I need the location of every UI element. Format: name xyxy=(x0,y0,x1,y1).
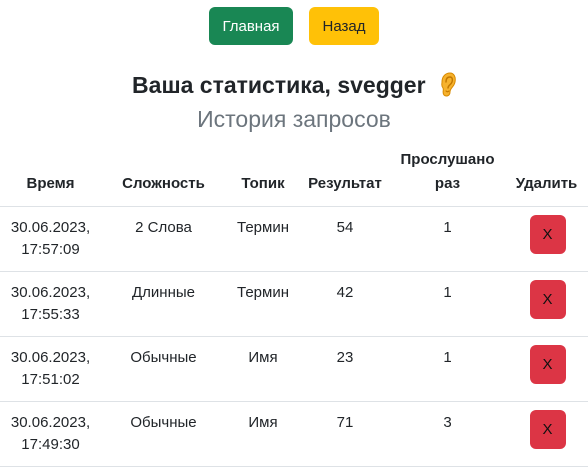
ear-icon xyxy=(438,72,456,98)
row-difficulty: Длинные xyxy=(101,271,226,337)
home-button[interactable]: Главная xyxy=(209,7,293,45)
row-result: 54 xyxy=(300,206,390,272)
row-topic: Термин xyxy=(226,206,300,272)
row-time: 17:51:02 xyxy=(21,370,80,388)
delete-button[interactable]: X xyxy=(529,344,566,384)
header-time: Время xyxy=(0,145,101,207)
row-delete-cell: X xyxy=(505,206,588,272)
table-row: 30.06.2023, 17:55:33 Длинные Термин 42 1… xyxy=(0,271,588,337)
header-topic: Топик xyxy=(226,145,300,207)
row-delete-cell: X xyxy=(505,271,588,337)
history-table-body: 30.06.2023, 17:57:09 2 Слова Термин 54 1… xyxy=(0,206,588,467)
header-listened: Прослушано раз xyxy=(390,145,505,207)
row-date: 30.06.2023, xyxy=(10,283,91,301)
page-title-text: Ваша статистика, svegger xyxy=(132,72,426,99)
row-date: 30.06.2023, xyxy=(10,348,91,366)
row-topic: Термин xyxy=(226,271,300,337)
row-topic: Имя xyxy=(226,336,300,402)
history-title: История запросов xyxy=(197,106,391,132)
table-header-row: Время Сложность Топик Результат Прослуша… xyxy=(0,145,588,207)
row-timestamp: 30.06.2023, 17:57:09 xyxy=(0,206,101,272)
row-result: 71 xyxy=(300,401,390,467)
row-listened: 3 xyxy=(390,401,505,467)
row-result: 23 xyxy=(300,336,390,402)
header-delete: Удалить xyxy=(505,145,588,207)
history-table: Время Сложность Топик Результат Прослуша… xyxy=(0,145,588,467)
back-button[interactable]: Назад xyxy=(309,7,379,45)
row-time: 17:57:09 xyxy=(21,240,80,258)
row-listened: 1 xyxy=(390,206,505,272)
table-row: 30.06.2023, 17:49:30 Обычные Имя 71 3 X xyxy=(0,401,588,467)
row-topic: Имя xyxy=(226,401,300,467)
row-timestamp: 30.06.2023, 17:49:30 xyxy=(0,401,101,467)
table-header: Время Сложность Топик Результат Прослуша… xyxy=(0,145,588,207)
page-title: Ваша статистика, svegger xyxy=(0,68,588,102)
row-delete-cell: X xyxy=(505,401,588,467)
row-date: 30.06.2023, xyxy=(10,218,91,236)
table-row: 30.06.2023, 17:57:09 2 Слова Термин 54 1… xyxy=(0,206,588,272)
row-difficulty: Обычные xyxy=(101,401,226,467)
table-row: 30.06.2023, 17:51:02 Обычные Имя 23 1 X xyxy=(0,336,588,402)
delete-button[interactable]: X xyxy=(529,214,566,254)
top-navigation: Главная Назад xyxy=(0,7,588,45)
row-time: 17:55:33 xyxy=(21,305,80,323)
row-delete-cell: X xyxy=(505,336,588,402)
row-difficulty: Обычные xyxy=(101,336,226,402)
row-listened: 1 xyxy=(390,271,505,337)
delete-button[interactable]: X xyxy=(529,279,566,319)
row-timestamp: 30.06.2023, 17:55:33 xyxy=(0,271,101,337)
delete-button[interactable]: X xyxy=(529,409,566,449)
header-result: Результат xyxy=(300,145,390,207)
row-timestamp: 30.06.2023, 17:51:02 xyxy=(0,336,101,402)
row-listened: 1 xyxy=(390,336,505,402)
row-difficulty: 2 Слова xyxy=(101,206,226,272)
header-difficulty: Сложность xyxy=(101,145,226,207)
row-date: 30.06.2023, xyxy=(10,413,91,431)
row-result: 42 xyxy=(300,271,390,337)
row-time: 17:49:30 xyxy=(21,435,80,453)
